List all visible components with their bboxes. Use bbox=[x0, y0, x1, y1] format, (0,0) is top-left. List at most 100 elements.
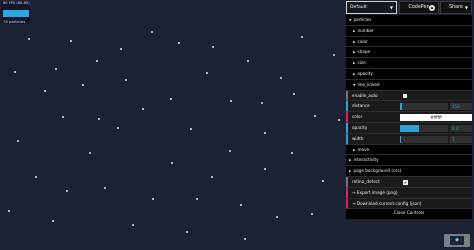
particle-dot bbox=[244, 238, 246, 240]
particle-dot bbox=[338, 119, 340, 121]
folder-label: number bbox=[357, 27, 374, 33]
codepen-icon: ◆ bbox=[429, 5, 435, 11]
folder-size[interactable]: ▶ size bbox=[346, 58, 472, 69]
folder-label: size bbox=[357, 60, 366, 66]
distance-slider[interactable] bbox=[400, 103, 448, 111]
particle-dot bbox=[70, 40, 72, 42]
particle-dot bbox=[120, 48, 122, 50]
particle-dot bbox=[17, 140, 19, 142]
export-image-button: Export image (png) bbox=[356, 189, 398, 195]
particle-dot bbox=[66, 190, 68, 192]
close-controls-button[interactable]: Close Controls bbox=[346, 209, 472, 220]
distance-input[interactable]: 150 bbox=[450, 103, 472, 111]
particle-dot bbox=[8, 210, 10, 212]
triangle-right-icon: ▶ bbox=[349, 158, 352, 163]
folder-label: move bbox=[357, 146, 370, 152]
particle-dot bbox=[333, 54, 335, 56]
controls-panel: ▼ particles ▶ number ▶ color ▶ shape ▶ size ▶… bbox=[346, 15, 472, 220]
folder-color[interactable]: ▶ color bbox=[346, 36, 472, 48]
particle-dot bbox=[98, 118, 100, 120]
line-color-input[interactable]: #ffffff bbox=[400, 114, 472, 122]
triangle-right-icon: ▶ bbox=[353, 28, 356, 33]
particle-dot bbox=[82, 84, 84, 86]
particle-dot bbox=[247, 60, 249, 62]
line-width-slider[interactable] bbox=[400, 135, 448, 143]
folder-label: opacity bbox=[357, 70, 373, 76]
share-button[interactable]: Share ▼ bbox=[440, 1, 472, 14]
triangle-right-icon: ▶ bbox=[353, 50, 356, 55]
particle-dot bbox=[151, 31, 153, 33]
particle-dot bbox=[314, 115, 316, 117]
retina-detect-label: retina_detect bbox=[352, 178, 380, 184]
folder-opacity[interactable]: ▶ opacity bbox=[346, 68, 472, 80]
triangle-right-icon: ▶ bbox=[353, 71, 356, 76]
particle-dot bbox=[62, 116, 64, 118]
line-width-input[interactable]: 1 bbox=[450, 135, 472, 143]
triangle-right-icon: ▶ bbox=[353, 147, 356, 152]
particle-count: 78 particles bbox=[3, 19, 26, 24]
triangle-down-icon: ▼ bbox=[353, 82, 356, 87]
particle-dot bbox=[264, 132, 266, 134]
particle-dot bbox=[52, 220, 54, 222]
preset-select[interactable]: Default ▼ bbox=[346, 1, 397, 14]
particle-dot bbox=[322, 180, 324, 182]
particle-dot bbox=[142, 108, 144, 110]
folder-particles[interactable]: ▼ particles bbox=[346, 15, 472, 26]
particle-dot bbox=[170, 98, 172, 100]
particle-dot bbox=[301, 36, 303, 38]
particle-dot bbox=[261, 102, 263, 104]
codepen-button-label: CodePen bbox=[408, 5, 430, 10]
enable-auto-label: enable_auto bbox=[352, 92, 378, 98]
particle-dot bbox=[132, 224, 134, 226]
particle-dot bbox=[178, 42, 180, 44]
particle-dot bbox=[171, 162, 173, 164]
particle-dot bbox=[293, 93, 295, 95]
share-button-label: Share bbox=[449, 5, 463, 10]
particle-dot bbox=[240, 204, 242, 206]
download-config-row[interactable]: → Download current config (json) bbox=[346, 198, 472, 210]
line-width-row: width 1 bbox=[346, 133, 472, 145]
folder-page-background[interactable]: ▶ page background (css) bbox=[346, 166, 472, 177]
line-opacity-row: opacity 0.4 bbox=[346, 122, 472, 134]
folder-label: shape bbox=[357, 49, 371, 55]
triangle-right-icon: ▶ bbox=[353, 39, 356, 44]
particle-dot bbox=[229, 150, 231, 152]
enable-auto-row: enable_auto bbox=[346, 90, 472, 102]
line-opacity-input[interactable]: 0.4 bbox=[450, 124, 472, 132]
codepen-button[interactable]: CodePen ◆ bbox=[399, 1, 439, 14]
particle-dot bbox=[117, 127, 119, 129]
line-color-label: color bbox=[352, 114, 363, 120]
enable-auto-checkbox[interactable] bbox=[403, 93, 407, 98]
line-color-row: color #ffffff bbox=[346, 112, 472, 123]
particle-dot bbox=[28, 38, 30, 40]
particle-dot bbox=[125, 79, 127, 81]
particle-dot bbox=[104, 187, 106, 189]
folder-move[interactable]: ▶ move bbox=[346, 144, 472, 156]
particle-dot bbox=[291, 152, 293, 154]
triangle-down-icon: ▼ bbox=[349, 18, 352, 22]
line-opacity-slider[interactable] bbox=[400, 124, 448, 132]
folder-shape[interactable]: ▶ shape bbox=[346, 47, 472, 59]
preset-selected-value: Default bbox=[350, 5, 367, 10]
folder-line-linked[interactable]: ▼ line_linked bbox=[346, 79, 472, 91]
fps-text: 60 FPS (60-60) bbox=[3, 1, 30, 5]
folder-interactivity[interactable]: ▶ interactivity bbox=[346, 155, 472, 167]
codepen-badge[interactable]: ◆ bbox=[444, 234, 470, 247]
retina-detect-checkbox[interactable]: ✔ bbox=[403, 179, 408, 185]
particle-dot bbox=[206, 72, 208, 74]
folder-label: color bbox=[357, 38, 368, 44]
particle-dot bbox=[212, 46, 214, 48]
folder-number[interactable]: ▶ number bbox=[346, 25, 472, 37]
particle-dot bbox=[230, 100, 232, 102]
chevron-down-icon: ▼ bbox=[389, 5, 393, 10]
line-width-label: width bbox=[352, 135, 364, 141]
export-image-row[interactable]: → Export image (png) bbox=[346, 187, 472, 199]
particle-dot bbox=[44, 90, 46, 92]
folder-label: interactivity bbox=[353, 157, 379, 163]
folder-label: line_linked bbox=[357, 81, 380, 87]
particle-dot bbox=[14, 71, 16, 73]
line-opacity-label: opacity bbox=[352, 124, 368, 130]
triangle-right-icon: ▶ bbox=[349, 169, 352, 174]
particle-dot bbox=[35, 176, 37, 178]
distance-row: distance 150 bbox=[346, 101, 472, 113]
